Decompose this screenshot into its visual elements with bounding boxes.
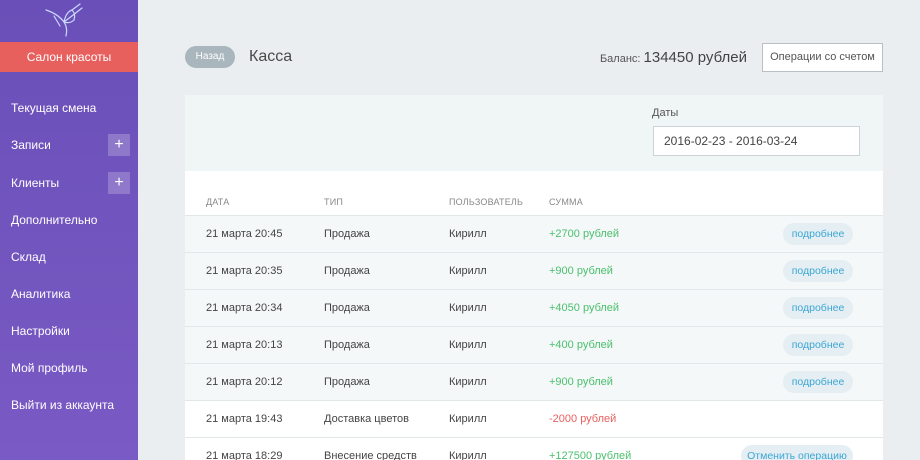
- user-cell: Кирилл: [449, 339, 487, 351]
- amount-cell: +900 рублей: [549, 376, 613, 388]
- type-cell: Внесение средств: [324, 450, 417, 460]
- type-cell: Продажа: [324, 376, 370, 388]
- user-cell: Кирилл: [449, 265, 487, 277]
- balance-label: Баланс:: [599, 53, 641, 65]
- sidebar-item-label: Склад: [11, 250, 46, 264]
- type-cell: Доставка цветов: [324, 413, 409, 425]
- hummingbird-logo-icon[interactable]: [42, 2, 86, 38]
- back-button[interactable]: Назад: [185, 46, 235, 68]
- sidebar-item[interactable]: Склад: [0, 242, 138, 272]
- sidebar: Салон красоты Текущая смена Записи + Клиент…: [0, 0, 138, 460]
- date-cell: 21 марта 18:29: [206, 450, 283, 460]
- table-row: 21 марта 20:12 Продажа Кирилл +900 рублей по…: [185, 363, 883, 400]
- account-operations-button[interactable]: Операции со счетом: [762, 43, 883, 72]
- sidebar-item[interactable]: Выйти из аккаунта: [0, 390, 138, 420]
- details-button[interactable]: подробнее: [783, 371, 853, 393]
- sidebar-item-label: Клиенты: [11, 176, 60, 190]
- date-cell: 21 марта 20:45: [206, 228, 283, 240]
- details-button[interactable]: подробнее: [783, 223, 853, 245]
- user-cell: Кирилл: [449, 376, 487, 388]
- table-row: 21 марта 19:43 Доставка цветов Кирилл -2000…: [185, 400, 883, 437]
- column-header-date: Дата: [206, 197, 230, 207]
- details-button[interactable]: подробнее: [783, 334, 853, 356]
- date-cell: 21 марта 20:34: [206, 302, 283, 314]
- date-cell: 21 марта 19:43: [206, 413, 283, 425]
- table-row: 21 марта 18:29 Внесение средств Кирилл +127…: [185, 437, 883, 460]
- transactions-table: Дата Тип Пользователь Сумма 21 марта 20:…: [185, 171, 883, 460]
- column-header-amount: Сумма: [549, 197, 583, 207]
- table-row: 21 марта 20:34 Продажа Кирилл +4050 рублей п…: [185, 289, 883, 326]
- sidebar-item-label: Мой профиль: [11, 361, 88, 375]
- table-row: 21 марта 20:13 Продажа Кирилл +400 рублей по…: [185, 326, 883, 363]
- balance-value: 134450 рублей: [643, 49, 747, 66]
- sidebar-item-label: Аналитика: [11, 287, 71, 301]
- amount-cell: -2000 рублей: [549, 413, 617, 425]
- date-cell: 21 марта 20:13: [206, 339, 283, 351]
- table-row: 21 марта 20:45 Продажа Кирилл +2700 рублей п…: [185, 215, 883, 252]
- sidebar-item[interactable]: Текущая смена: [0, 93, 138, 123]
- amount-cell: +4050 рублей: [549, 302, 620, 314]
- details-button[interactable]: подробнее: [783, 297, 853, 319]
- sidebar-item[interactable]: Аналитика: [0, 279, 138, 309]
- sidebar-item-label: Записи: [11, 138, 51, 152]
- date-cell: 21 марта 20:12: [206, 376, 283, 388]
- sidebar-item-label: Настройки: [11, 324, 70, 338]
- salon-button[interactable]: Салон красоты: [0, 42, 138, 72]
- date-cell: 21 марта 20:35: [206, 265, 283, 277]
- sidebar-item-label: Текущая смена: [11, 101, 97, 115]
- column-header-user: Пользователь: [449, 197, 524, 207]
- column-header-type: Тип: [324, 197, 344, 207]
- amount-cell: +400 рублей: [549, 339, 613, 351]
- sidebar-item-label: Дополнительно: [11, 213, 98, 227]
- amount-cell: +2700 рублей: [549, 228, 620, 240]
- sidebar-item[interactable]: Настройки: [0, 316, 138, 346]
- cancel-operation-button[interactable]: Отменить операцию: [741, 445, 853, 460]
- date-range-input[interactable]: 2016-02-23 - 2016-03-24: [653, 126, 860, 156]
- user-cell: Кирилл: [449, 413, 487, 425]
- amount-cell: +127500 рублей: [549, 450, 632, 460]
- type-cell: Продажа: [324, 339, 370, 351]
- details-button[interactable]: подробнее: [783, 260, 853, 282]
- balance: Баланс: 134450 рублей: [600, 48, 747, 69]
- type-cell: Продажа: [324, 302, 370, 314]
- amount-cell: +900 рублей: [549, 265, 613, 277]
- sidebar-item[interactable]: Мой профиль: [0, 353, 138, 383]
- type-cell: Продажа: [324, 265, 370, 277]
- user-cell: Кирилл: [449, 450, 487, 460]
- dates-label: Даты: [652, 107, 679, 119]
- sidebar-item[interactable]: Дополнительно: [0, 205, 138, 235]
- table-row: 21 марта 20:35 Продажа Кирилл +900 рублей по…: [185, 252, 883, 289]
- add-plus-icon[interactable]: +: [108, 172, 130, 194]
- user-cell: Кирилл: [449, 302, 487, 314]
- add-plus-icon[interactable]: +: [108, 134, 130, 156]
- user-cell: Кирилл: [449, 228, 487, 240]
- type-cell: Продажа: [324, 228, 370, 240]
- sidebar-item-label: Выйти из аккаунта: [11, 398, 115, 412]
- page-title: Касса: [249, 48, 293, 65]
